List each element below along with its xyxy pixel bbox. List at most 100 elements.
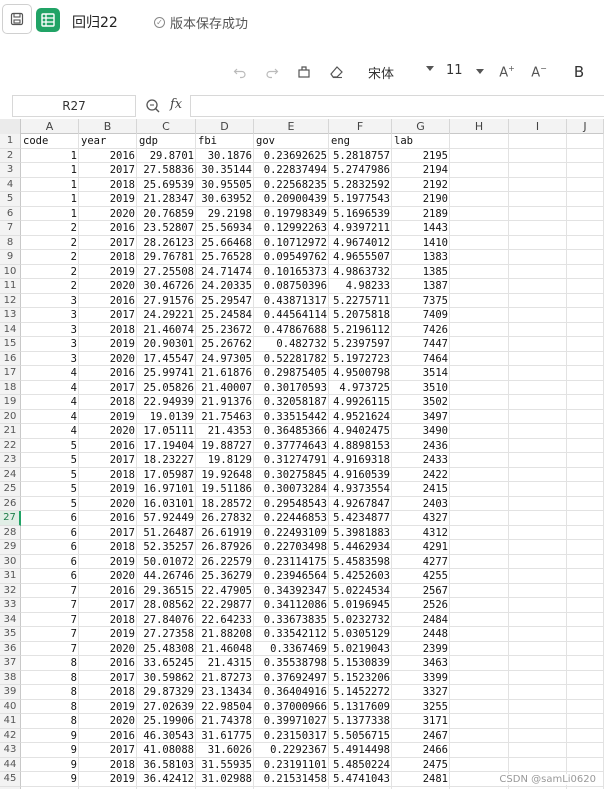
grid-cell[interactable]: 5 bbox=[21, 482, 79, 497]
grid-cell[interactable] bbox=[450, 148, 509, 163]
grid-cell[interactable]: 0.22703498 bbox=[254, 540, 329, 555]
grid-cell[interactable]: 2018 bbox=[79, 540, 137, 555]
grid-cell[interactable] bbox=[450, 192, 509, 207]
grid-cell[interactable] bbox=[567, 467, 604, 482]
grid-cell[interactable] bbox=[450, 395, 509, 410]
header-cell[interactable]: code bbox=[21, 134, 79, 149]
grid-cell[interactable] bbox=[509, 235, 567, 250]
row-header[interactable]: 4 bbox=[0, 177, 21, 192]
row-header[interactable]: 34 bbox=[0, 612, 21, 627]
grid-cell[interactable]: 4.9397211 bbox=[329, 221, 392, 236]
grid-cell[interactable] bbox=[509, 598, 567, 613]
grid-cell[interactable]: 26.22579 bbox=[196, 554, 254, 569]
row-header[interactable]: 30 bbox=[0, 554, 21, 569]
grid-cell[interactable]: 31.55935 bbox=[196, 757, 254, 772]
grid-cell[interactable] bbox=[567, 540, 604, 555]
grid-cell[interactable]: 5 bbox=[21, 496, 79, 511]
grid-cell[interactable]: 2019 bbox=[79, 192, 137, 207]
grid-cell[interactable]: 29.2198 bbox=[196, 206, 254, 221]
grid-cell[interactable] bbox=[567, 235, 604, 250]
grid-cell[interactable]: 1443 bbox=[392, 221, 450, 236]
grid-cell[interactable] bbox=[509, 670, 567, 685]
document-title[interactable]: 回归22 bbox=[72, 12, 118, 32]
grid-cell[interactable]: 0.23692625 bbox=[254, 148, 329, 163]
grid-cell[interactable]: 0.35538798 bbox=[254, 656, 329, 671]
grid-cell[interactable]: 4.9373554 bbox=[329, 482, 392, 497]
grid-cell[interactable] bbox=[450, 380, 509, 395]
grid-cell[interactable]: 31.61775 bbox=[196, 728, 254, 743]
grid-cell[interactable]: 21.46074 bbox=[137, 322, 196, 337]
grid-cell[interactable] bbox=[450, 235, 509, 250]
grid-cell[interactable]: 9 bbox=[21, 772, 79, 787]
grid-cell[interactable]: 6 bbox=[21, 525, 79, 540]
header-cell[interactable]: fbi bbox=[196, 134, 254, 149]
column-header-A[interactable]: A bbox=[21, 119, 79, 134]
grid-cell[interactable] bbox=[450, 525, 509, 540]
grid-cell[interactable]: 4327 bbox=[392, 511, 450, 526]
grid-cell[interactable]: 29.36515 bbox=[137, 583, 196, 598]
grid-cell[interactable]: 2019 bbox=[79, 772, 137, 787]
bold-button[interactable]: B bbox=[568, 56, 590, 88]
grid-cell[interactable]: 0.36404916 bbox=[254, 685, 329, 700]
grid-cell[interactable]: 5.4252603 bbox=[329, 569, 392, 584]
grid-cell[interactable]: 2019 bbox=[79, 337, 137, 352]
grid-cell[interactable]: 57.92449 bbox=[137, 511, 196, 526]
row-header[interactable]: 9 bbox=[0, 250, 21, 265]
grid-cell[interactable]: 0.33542112 bbox=[254, 627, 329, 642]
grid-cell[interactable]: 1 bbox=[21, 148, 79, 163]
column-header-G[interactable]: G bbox=[392, 119, 450, 134]
grid-cell[interactable]: 4.9521624 bbox=[329, 409, 392, 424]
grid-cell[interactable]: 23.13434 bbox=[196, 685, 254, 700]
row-header[interactable]: 25 bbox=[0, 482, 21, 497]
grid-cell[interactable]: 2020 bbox=[79, 206, 137, 221]
grid-cell[interactable]: 0.22493109 bbox=[254, 525, 329, 540]
grid-cell[interactable]: 29.87329 bbox=[137, 685, 196, 700]
grid-cell[interactable] bbox=[567, 424, 604, 439]
grid-cell[interactable]: 4.98233 bbox=[329, 279, 392, 294]
grid-cell[interactable]: 2 bbox=[21, 264, 79, 279]
grid-cell[interactable] bbox=[450, 757, 509, 772]
grid-cell[interactable]: 7375 bbox=[392, 293, 450, 308]
grid-cell[interactable]: 2016 bbox=[79, 293, 137, 308]
grid-cell[interactable] bbox=[509, 148, 567, 163]
grid-cell[interactable]: 1410 bbox=[392, 235, 450, 250]
grid-cell[interactable] bbox=[567, 380, 604, 395]
row-header[interactable]: 22 bbox=[0, 438, 21, 453]
grid-cell[interactable]: 0.10712972 bbox=[254, 235, 329, 250]
font-family-select[interactable]: 宋体 bbox=[362, 62, 436, 82]
grid-cell[interactable]: 27.91576 bbox=[137, 293, 196, 308]
grid-cell[interactable]: 5.4914498 bbox=[329, 743, 392, 758]
grid-cell[interactable] bbox=[509, 699, 567, 714]
grid-cell[interactable]: 2018 bbox=[79, 322, 137, 337]
grid-cell[interactable]: 30.59862 bbox=[137, 670, 196, 685]
grid-cell[interactable]: 0.34392347 bbox=[254, 583, 329, 598]
grid-cell[interactable]: 0.33673835 bbox=[254, 612, 329, 627]
grid-cell[interactable]: 0.37000966 bbox=[254, 699, 329, 714]
grid-cell[interactable]: 5.0232732 bbox=[329, 612, 392, 627]
grid-cell[interactable] bbox=[567, 757, 604, 772]
row-header[interactable]: 39 bbox=[0, 685, 21, 700]
grid-cell[interactable]: 22.98504 bbox=[196, 699, 254, 714]
grid-cell[interactable] bbox=[567, 221, 604, 236]
grid-cell[interactable] bbox=[509, 627, 567, 642]
grid-cell[interactable]: 5.1317609 bbox=[329, 699, 392, 714]
grid-cell[interactable]: 27.25508 bbox=[137, 264, 196, 279]
grid-cell[interactable]: 4 bbox=[21, 366, 79, 381]
grid-cell[interactable]: 2194 bbox=[392, 163, 450, 178]
row-header[interactable]: 3 bbox=[0, 163, 21, 178]
grid-cell[interactable]: 1385 bbox=[392, 264, 450, 279]
row-header[interactable]: 35 bbox=[0, 627, 21, 642]
grid-cell[interactable]: 4277 bbox=[392, 554, 450, 569]
grid-cell[interactable] bbox=[567, 583, 604, 598]
grid-cell[interactable]: 0.22837494 bbox=[254, 163, 329, 178]
grid-cell[interactable]: 21.4315 bbox=[196, 656, 254, 671]
grid-cell[interactable]: 0.29548543 bbox=[254, 496, 329, 511]
grid-cell[interactable] bbox=[567, 264, 604, 279]
grid-cell[interactable]: 2567 bbox=[392, 583, 450, 598]
grid-cell[interactable] bbox=[567, 148, 604, 163]
grid-cell[interactable]: 0.36485366 bbox=[254, 424, 329, 439]
grid-cell[interactable] bbox=[509, 366, 567, 381]
grid-cell[interactable]: 2020 bbox=[79, 279, 137, 294]
grid-cell[interactable] bbox=[509, 279, 567, 294]
grid-cell[interactable]: 8 bbox=[21, 714, 79, 729]
